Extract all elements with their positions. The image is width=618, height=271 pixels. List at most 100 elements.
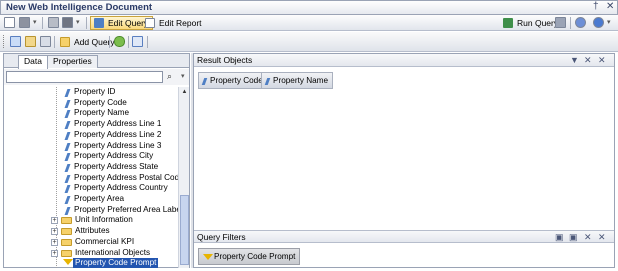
combine-query-icon[interactable] <box>114 36 125 47</box>
dimension-icon <box>64 153 71 160</box>
result-objects-title: Result Objects <box>197 55 253 65</box>
query-toolbar: Add Query <box>0 32 618 52</box>
remove-filter-icon[interactable]: ✕ <box>584 231 592 243</box>
query-view-icon[interactable] <box>10 36 21 47</box>
tree-object[interactable]: Property ID <box>4 87 178 98</box>
query-filter-chip[interactable]: Property Code Prompt <box>198 248 301 265</box>
dimension-icon <box>64 185 71 192</box>
pin-icon[interactable]: † <box>593 1 599 12</box>
expand-icon[interactable]: + <box>51 238 58 246</box>
query-filter-label: Property Code Prompt <box>214 252 296 261</box>
dimension-icon <box>64 207 71 214</box>
tree-item-label: Commercial KPI <box>75 236 135 246</box>
tree-item-label: Property Address Line 1 <box>74 119 162 129</box>
predefined-filter-icon[interactable]: ▣ <box>569 231 578 243</box>
folder-icon <box>61 249 72 257</box>
filter-icon[interactable]: ▼ <box>570 54 579 66</box>
tree-object[interactable]: Property Preferred Area Label <box>4 205 178 216</box>
tree-folder[interactable]: + Attributes <box>4 226 178 237</box>
sql-icon[interactable] <box>25 36 36 47</box>
tree-object[interactable]: Property Address Country <box>4 183 178 194</box>
panel-tabs: Data Properties <box>4 54 189 69</box>
query-panel: Result Objects ▼ ✕ ✕ Property Code Prope… <box>193 53 615 268</box>
print-icon[interactable] <box>48 17 59 28</box>
scroll-up-icon[interactable]: ▲ <box>180 88 189 97</box>
object-icon <box>201 78 208 85</box>
new-document-icon[interactable] <box>4 17 15 28</box>
tree-item-label: Property ID <box>74 87 116 96</box>
result-object-chip[interactable]: Property Code <box>198 72 268 89</box>
tree-object[interactable]: Property Address Line 2 <box>4 130 178 141</box>
add-query-button[interactable]: Add Query <box>56 35 120 49</box>
dimension-icon <box>64 196 71 203</box>
properties-icon[interactable] <box>40 36 51 47</box>
user-icon[interactable] <box>575 17 586 28</box>
tree-folder[interactable]: + Unit Information <box>4 215 178 226</box>
tree-object[interactable]: Property Address Line 3 <box>4 141 178 152</box>
tree-object[interactable]: Property Area <box>4 194 178 205</box>
tab-properties[interactable]: Properties <box>47 55 98 68</box>
tree-item-label: Unit Information <box>75 215 133 225</box>
add-filter-icon[interactable]: ▣ <box>555 231 564 243</box>
result-object-label: Property Code <box>210 76 263 85</box>
edit-report-button[interactable]: Edit Report <box>141 16 207 30</box>
tree-item-label: Property Address Postal Code <box>74 172 178 182</box>
remove-all-icon[interactable]: ✕ <box>598 54 606 66</box>
save-dropdown-icon[interactable]: ▾ <box>33 18 37 26</box>
remove-icon[interactable]: ✕ <box>584 54 592 66</box>
tree-object[interactable]: Property Code <box>4 98 178 109</box>
tree-filter[interactable]: Property Code Prompt <box>4 258 178 268</box>
toolbar-grip <box>3 35 5 48</box>
dimension-icon <box>64 175 71 182</box>
object-icon <box>264 78 271 85</box>
data-panel: Data Properties ⌕ ▾ Property ID Property … <box>3 53 190 268</box>
folder-icon <box>61 238 72 246</box>
tree-object[interactable]: Property Address City <box>4 151 178 162</box>
tree-item-label: Property Address Line 3 <box>74 140 162 150</box>
expand-icon[interactable]: + <box>51 228 58 236</box>
main-toolbar: ▾ ▾ Edit Query Edit Report Run Query ▾ <box>0 15 618 31</box>
dimension-icon <box>64 164 71 171</box>
binoculars-icon[interactable]: ⌕ <box>167 71 172 82</box>
dimension-icon <box>64 121 71 128</box>
dimension-icon <box>64 89 71 96</box>
tab-data[interactable]: Data <box>18 55 48 69</box>
dimension-icon <box>64 143 71 150</box>
search-dropdown-icon[interactable]: ▾ <box>181 72 185 80</box>
query-filters-header: Query Filters ▣ ▣ ✕ ✕ <box>194 230 614 243</box>
help-dropdown-icon[interactable]: ▾ <box>607 18 611 26</box>
expand-icon[interactable]: + <box>51 217 58 225</box>
expand-icon[interactable]: + <box>51 249 58 257</box>
tree-object[interactable]: Property Address Line 1 <box>4 119 178 130</box>
remove-all-filters-icon[interactable]: ✕ <box>598 231 606 243</box>
tree-object[interactable]: Property Address Postal Code <box>4 173 178 184</box>
query-panel-icon[interactable] <box>132 36 143 47</box>
window-titlebar: New Web Intelligence Document † ✕ <box>0 0 618 15</box>
run-query-button[interactable]: Run Query <box>499 16 563 30</box>
folder-icon <box>61 217 72 225</box>
export-dropdown-icon[interactable]: ▾ <box>76 18 80 26</box>
save-icon[interactable] <box>19 17 30 28</box>
scroll-thumb[interactable] <box>180 195 189 265</box>
tree-item-label: Property Address City <box>74 151 154 161</box>
tree-item-label: Property Code <box>74 97 127 107</box>
prompt-filter-icon <box>203 254 213 260</box>
filter-icon <box>63 259 73 266</box>
refresh-options-icon[interactable] <box>555 17 566 28</box>
search-input[interactable] <box>6 71 163 83</box>
tree-object[interactable]: Property Address State <box>4 162 178 173</box>
dimension-icon <box>64 110 71 117</box>
object-tree: Property ID Property Code Property Name Pro… <box>4 87 178 268</box>
export-icon[interactable] <box>62 17 73 28</box>
run-query-label: Run Query <box>517 18 559 28</box>
help-icon[interactable] <box>593 17 604 28</box>
result-object-chip[interactable]: Property Name <box>261 72 334 89</box>
tree-scrollbar[interactable]: ▲ <box>178 87 189 268</box>
close-icon[interactable]: ✕ <box>606 1 614 12</box>
tree-item-label: Property Name <box>74 108 130 118</box>
tree-folder[interactable]: + Commercial KPI <box>4 237 178 248</box>
tree-object[interactable]: Property Name <box>4 108 178 119</box>
tree-item-label: Property Address Line 2 <box>74 129 162 139</box>
tree-item-label: Property Address State <box>74 161 159 171</box>
tree-folder[interactable]: + International Objects <box>4 248 178 259</box>
